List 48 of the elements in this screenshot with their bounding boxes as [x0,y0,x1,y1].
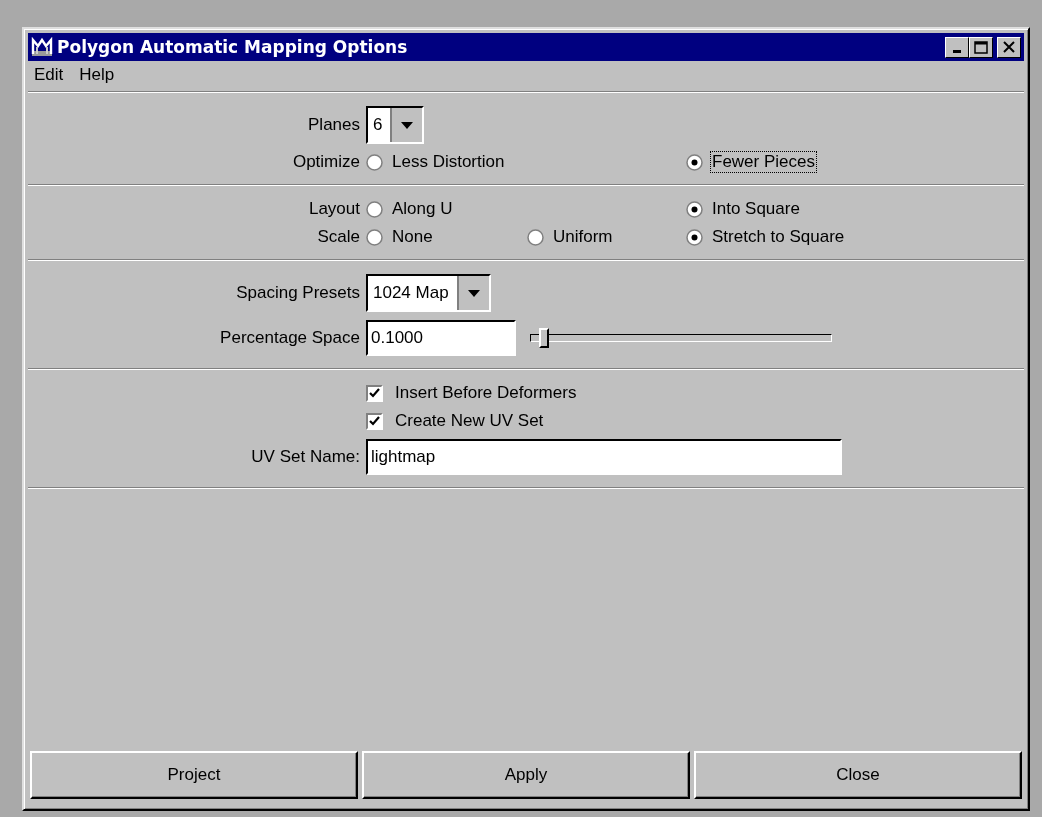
field-label: Scale [316,227,361,247]
checkbox-label: Create New UV Set [395,411,544,431]
radio-button[interactable] [686,200,703,218]
radio-label: Uniform [552,227,614,247]
radio-button[interactable] [686,153,703,171]
radio-button[interactable] [527,228,544,246]
close-icon [1003,41,1015,53]
field-label: Optimize [291,152,361,172]
radio-label: Fewer Pieces [711,152,816,172]
checkbox[interactable] [366,384,383,402]
check-icon [369,388,380,398]
radio-label: Less Distortion [391,152,506,172]
caret-icon [467,289,480,297]
radio-label: Along U [391,199,454,219]
field-label: Layout [307,199,361,219]
app-logo-icon [31,37,53,57]
close-button[interactable] [997,36,1021,58]
radio-button[interactable] [366,153,383,171]
minimize-button[interactable] [945,36,969,58]
field-label: Spacing Presets [235,283,361,303]
dialog-button[interactable]: Close [694,751,1022,799]
dropdown[interactable]: 1024 Map [366,274,491,312]
slider[interactable] [530,327,832,349]
field-label: UV Set Name: [250,447,361,467]
menu-item[interactable]: Edit [34,65,64,87]
minimize-icon [953,50,961,53]
radio-button[interactable] [366,200,383,218]
checkbox[interactable] [366,412,383,430]
dialog-button[interactable]: Apply [362,751,690,799]
radio-label: None [391,227,434,247]
maximize-icon [974,40,988,54]
field-label: Planes [307,115,361,135]
radio-label: Into Square [711,199,801,219]
dropdown[interactable]: 6 [366,106,425,144]
radio-label: Stretch to Square [711,227,846,247]
radio-button[interactable] [686,228,703,246]
window-title: Polygon Automatic Mapping Options [57,37,409,57]
checkbox-label: Insert Before Deformers [395,383,577,403]
field-label: Percentage Space [219,328,361,348]
text-field[interactable]: lightmap [366,439,842,475]
menu-item[interactable]: Help [79,65,115,87]
dialog-button[interactable]: Project [30,751,358,799]
number-field[interactable]: 0.1000 [366,320,516,356]
radio-button[interactable] [366,228,383,246]
slider-thumb[interactable] [538,328,549,348]
caret-icon [401,121,414,129]
maximize-button[interactable] [969,36,993,58]
check-icon [369,416,380,426]
